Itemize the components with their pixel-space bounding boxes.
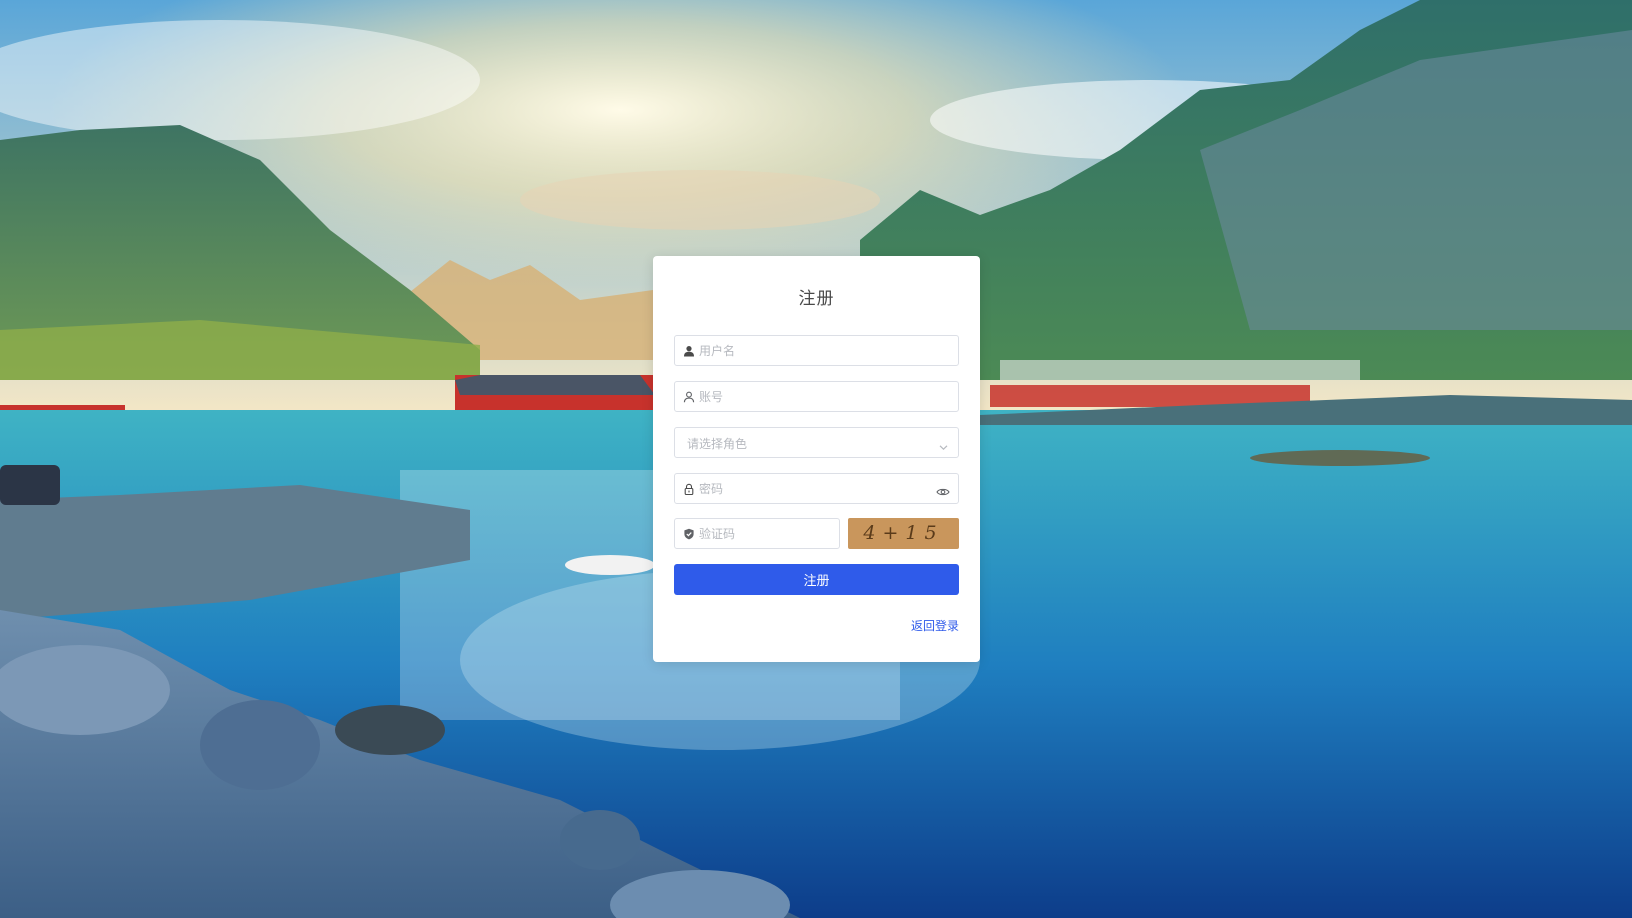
user-icon	[683, 345, 695, 357]
captcha-image[interactable]: 4+15	[848, 518, 959, 549]
role-select-placeholder: 请选择角色	[687, 437, 748, 451]
password-input[interactable]	[699, 474, 929, 503]
shield-icon	[683, 528, 695, 540]
username-input[interactable]	[699, 336, 929, 365]
captcha-field[interactable]	[674, 518, 840, 549]
eye-icon[interactable]	[936, 483, 950, 496]
chevron-down-icon	[938, 438, 949, 451]
register-button[interactable]: 注册	[674, 564, 959, 595]
account-input[interactable]	[699, 382, 929, 411]
captcha-text: 4+15	[863, 522, 944, 544]
user-outline-icon	[683, 391, 695, 403]
username-field[interactable]	[674, 335, 959, 366]
password-field[interactable]	[674, 473, 959, 504]
lock-icon	[683, 483, 695, 495]
role-select[interactable]: 请选择角色	[674, 427, 959, 458]
register-card: 注册 请选择角色	[653, 256, 980, 662]
account-field[interactable]	[674, 381, 959, 412]
back-to-login-link[interactable]: 返回登录	[911, 617, 959, 634]
register-title: 注册	[798, 289, 835, 309]
captcha-input[interactable]	[699, 519, 829, 548]
